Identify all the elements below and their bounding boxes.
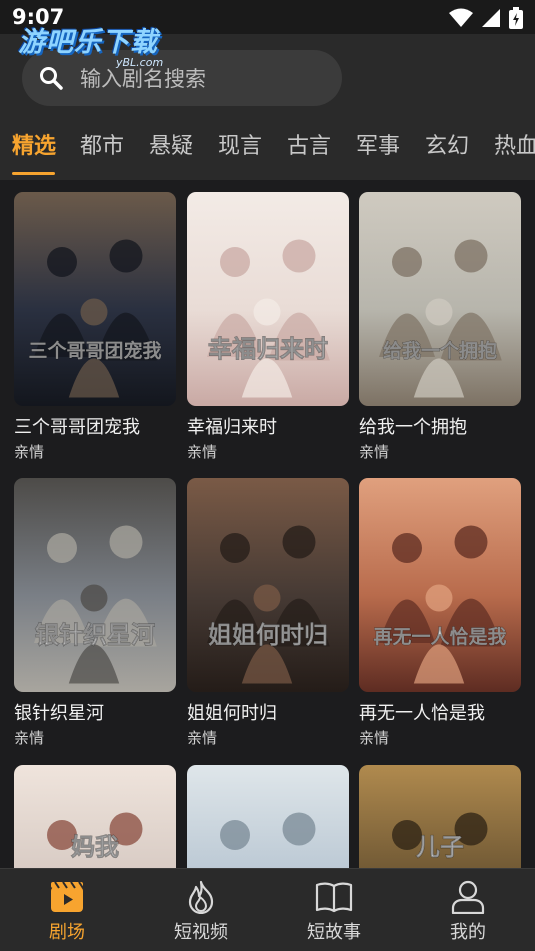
drama-genre: 亲情 <box>187 443 218 461</box>
poster-art: 银针织星河 <box>14 478 176 692</box>
poster-title-art: 儿子 <box>416 832 464 861</box>
drama-poster: 给我一个拥抱 <box>359 192 521 406</box>
logo-sub-text: yBL.com <box>116 56 164 69</box>
nav-label: 短故事 <box>307 922 361 943</box>
signal-icon <box>482 9 500 27</box>
tab-fantasy[interactable]: 玄幻 <box>425 128 469 160</box>
poster-figure-head <box>253 584 281 612</box>
drama-card[interactable]: 三个哥哥团宠我 三个哥哥团宠我 亲情 <box>14 192 176 462</box>
poster-figure-head <box>425 298 453 326</box>
drama-card[interactable]: 儿子 <box>359 765 521 868</box>
poster-title-art: 银针织星河 <box>35 620 155 649</box>
drama-genre: 亲情 <box>187 729 218 747</box>
drama-poster: 幸福归来时 <box>187 192 349 406</box>
poster-figure-head <box>392 533 422 563</box>
battery-icon <box>509 7 523 29</box>
nav-short-story[interactable]: 短故事 <box>274 879 394 944</box>
watermark-logo: 游吧乐下载 yBL.com <box>18 20 163 69</box>
nav-profile[interactable]: 我的 <box>408 879 528 944</box>
category-tabs: 精选 都市 悬疑 现言 古言 军事 玄幻 热血 <box>0 124 535 180</box>
poster-figure-head <box>47 533 77 563</box>
drama-card[interactable]: 姐姐何时归 姐姐何时归 亲情 <box>187 478 349 748</box>
drama-genre: 亲情 <box>359 443 390 461</box>
poster-art: 再无一人恰是我 <box>359 478 521 692</box>
poster-figure-head <box>282 525 316 559</box>
tab-featured[interactable]: 精选 <box>12 128 56 160</box>
poster-figure-head <box>80 298 108 326</box>
poster-figure-head <box>253 298 281 326</box>
drama-poster <box>187 765 349 868</box>
drama-card[interactable]: 妈我 <box>14 765 176 868</box>
poster-title-art: 给我一个拥抱 <box>383 339 497 362</box>
poster-art: 给我一个拥抱 <box>359 192 521 406</box>
poster-figure-head <box>109 525 143 559</box>
drama-genre: 亲情 <box>359 729 390 747</box>
drama-title: 银针织星河 <box>14 703 104 724</box>
tab-action[interactable]: 热血 <box>494 128 535 160</box>
active-tab-indicator <box>12 172 55 175</box>
poster-art: 幸福归来时 <box>187 192 349 406</box>
drama-grid: 三个哥哥团宠我 三个哥哥团宠我 亲情 幸福归来时 幸福归来时 亲情 给我一个拥抱… <box>0 180 535 868</box>
poster-figure-head <box>282 239 316 273</box>
poster-art: 姐姐何时归 <box>187 478 349 692</box>
drama-title: 幸福归来时 <box>187 417 277 438</box>
drama-title: 姐姐何时归 <box>187 703 277 724</box>
nav-label: 短视频 <box>174 922 228 943</box>
poster-art <box>187 765 349 868</box>
poster-title-art: 妈我 <box>71 832 119 861</box>
drama-card[interactable]: 幸福归来时 幸福归来时 亲情 <box>187 192 349 462</box>
tab-modern-romance[interactable]: 现言 <box>218 128 262 160</box>
nav-label: 我的 <box>450 922 486 943</box>
drama-title: 再无一人恰是我 <box>359 703 485 724</box>
status-icons <box>449 7 523 29</box>
drama-card[interactable]: 给我一个拥抱 给我一个拥抱 亲情 <box>359 192 521 462</box>
drama-poster: 姐姐何时归 <box>187 478 349 692</box>
drama-poster: 再无一人恰是我 <box>359 478 521 692</box>
poster-title-art: 再无一人恰是我 <box>373 625 506 648</box>
tab-military[interactable]: 军事 <box>356 128 400 160</box>
drama-card[interactable]: 银针织星河 银针织星河 亲情 <box>14 478 176 748</box>
nav-label: 剧场 <box>49 922 85 943</box>
poster-figure-head <box>47 247 77 277</box>
poster-figure-head <box>220 533 250 563</box>
poster-title-art: 姐姐何时归 <box>208 620 328 649</box>
drama-genre: 亲情 <box>14 729 45 747</box>
poster-figure-head <box>109 239 143 273</box>
drama-card[interactable]: 再无一人恰是我 再无一人恰是我 亲情 <box>359 478 521 748</box>
flame-icon <box>188 880 214 914</box>
drama-card[interactable] <box>187 765 349 868</box>
user-icon <box>451 880 485 914</box>
drama-poster: 妈我 <box>14 765 176 868</box>
poster-figure-head <box>454 239 488 273</box>
drama-poster: 三个哥哥团宠我 <box>14 192 176 406</box>
poster-figure-head <box>282 812 316 846</box>
poster-figure-head <box>220 247 250 277</box>
poster-figure-head <box>220 820 250 850</box>
poster-art: 三个哥哥团宠我 <box>14 192 176 406</box>
tab-urban[interactable]: 都市 <box>80 128 124 160</box>
poster-figure-head <box>80 584 108 612</box>
wifi-icon <box>449 8 473 27</box>
drama-genre: 亲情 <box>14 443 45 461</box>
drama-poster: 银针织星河 <box>14 478 176 692</box>
book-icon <box>315 882 353 913</box>
theater-icon <box>51 881 84 912</box>
drama-poster: 儿子 <box>359 765 521 868</box>
poster-title-art: 三个哥哥团宠我 <box>28 339 161 362</box>
drama-title: 三个哥哥团宠我 <box>14 417 140 438</box>
poster-art: 妈我 <box>14 765 176 868</box>
poster-figure-head <box>392 247 422 277</box>
nav-theater[interactable]: 剧场 <box>7 879 127 944</box>
nav-short-video[interactable]: 短视频 <box>141 879 261 944</box>
poster-art: 儿子 <box>359 765 521 868</box>
poster-figure-head <box>454 525 488 559</box>
tab-ancient-romance[interactable]: 古言 <box>287 128 331 160</box>
bottom-nav: 剧场 短视频 短故事 我的 <box>0 868 535 951</box>
poster-title-art: 幸福归来时 <box>208 334 328 363</box>
tab-suspense[interactable]: 悬疑 <box>149 128 193 160</box>
drama-title: 给我一个拥抱 <box>359 417 467 438</box>
logo-main-text: 游吧乐下载 <box>18 27 158 58</box>
header: 输入剧名搜索 游吧乐下载 yBL.com 精选 都市 悬疑 现言 古言 军事 玄… <box>0 27 535 180</box>
poster-figure-head <box>425 584 453 612</box>
